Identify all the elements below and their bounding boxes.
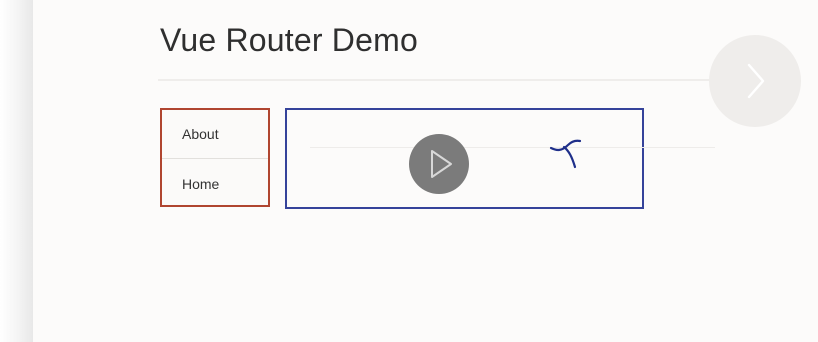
next-slide-button[interactable]: [709, 35, 801, 127]
page-title: Vue Router Demo: [160, 22, 418, 58]
play-button[interactable]: [409, 134, 469, 194]
router-nav: About Home: [160, 108, 270, 207]
play-icon: [431, 150, 452, 178]
left-gutter: [0, 0, 33, 342]
nav-link-home[interactable]: Home: [162, 160, 268, 208]
hand-drawn-annotation: [549, 139, 582, 169]
title-divider: [158, 79, 713, 81]
faint-divider: [310, 147, 715, 148]
nav-link-about[interactable]: About: [162, 110, 268, 158]
chevron-right-icon: [747, 63, 765, 99]
nav-divider: [162, 158, 268, 159]
video-frame: Vue Router Demo About Home: [0, 0, 818, 342]
